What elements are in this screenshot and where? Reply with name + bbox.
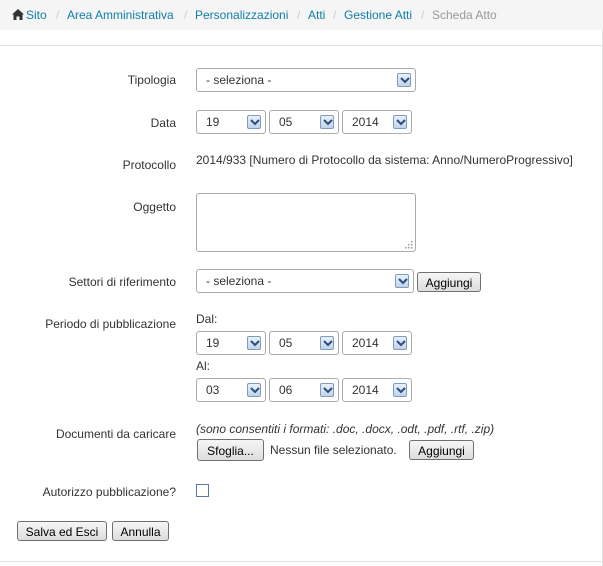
chevron-down-icon	[247, 383, 261, 397]
chevron-down-icon	[393, 336, 407, 350]
content-top-border	[0, 30, 603, 46]
breadcrumb-link-personalizzazioni[interactable]: Personalizzazioni	[195, 8, 288, 22]
settori-select-value: - seleziona -	[206, 274, 272, 288]
breadcrumb-separator: /	[184, 8, 188, 22]
settori-select[interactable]: - seleziona -	[196, 269, 414, 293]
resize-grip-icon[interactable]	[404, 240, 413, 249]
data-day-select[interactable]: 19	[196, 110, 266, 134]
protocollo-value: 2014/933 [Numero di Protocollo da sistem…	[196, 153, 573, 167]
data-year-value: 2014	[352, 115, 379, 129]
breadcrumb-link-area-amministrativa[interactable]: Area Amministrativa	[67, 8, 174, 22]
data-year-select[interactable]: 2014	[342, 110, 412, 134]
dal-year-select[interactable]: 2014	[342, 331, 412, 355]
chevron-down-icon	[320, 383, 334, 397]
chevron-down-icon	[247, 336, 261, 350]
documenti-add-button[interactable]: Aggiungi	[409, 440, 474, 460]
tipologia-label: Tipologia	[127, 73, 176, 87]
chevron-down-icon	[393, 383, 407, 397]
home-icon[interactable]	[12, 9, 24, 20]
breadcrumb-separator: /	[56, 8, 60, 22]
breadcrumb-link-sito[interactable]: Sito	[26, 8, 47, 22]
periodo-al-label: Al:	[196, 359, 211, 373]
autorizzo-label: Autorizzo pubblicazione?	[42, 485, 176, 499]
chevron-down-icon	[320, 115, 334, 129]
data-label: Data	[150, 116, 176, 130]
chevron-down-icon	[395, 274, 409, 288]
breadcrumb-link-atti[interactable]: Atti	[308, 8, 325, 22]
chevron-down-icon	[247, 115, 261, 129]
settori-label: Settori di riferimento	[68, 275, 176, 289]
oggetto-label: Oggetto	[133, 200, 176, 214]
browse-button[interactable]: Sfoglia...	[197, 439, 264, 461]
content-bottom-border	[0, 561, 603, 562]
periodo-dal-label: Dal:	[196, 312, 218, 326]
breadcrumb-current: Scheda Atto	[432, 8, 497, 22]
cancel-button[interactable]: Annulla	[112, 521, 169, 541]
al-year-select[interactable]: 2014	[342, 378, 412, 402]
protocollo-label: Protocollo	[122, 158, 176, 172]
chevron-down-icon	[397, 73, 411, 87]
save-exit-button[interactable]: Salva ed Esci	[17, 521, 107, 541]
chevron-down-icon	[320, 336, 334, 350]
documenti-hint: (sono consentiti i formati: .doc, .docx,…	[196, 422, 495, 436]
breadcrumb-separator: /	[333, 8, 337, 22]
dal-month-select[interactable]: 05	[269, 331, 339, 355]
al-day-value: 03	[206, 383, 220, 397]
al-month-select[interactable]: 06	[269, 378, 339, 402]
breadcrumb-separator: /	[297, 8, 301, 22]
al-year-value: 2014	[352, 383, 379, 397]
data-day-value: 19	[206, 115, 220, 129]
dal-day-value: 19	[206, 336, 220, 350]
data-month-value: 05	[279, 115, 293, 129]
dal-month-value: 05	[279, 336, 293, 350]
al-day-select[interactable]: 03	[196, 378, 266, 402]
no-file-text: Nessun file selezionato.	[270, 443, 397, 457]
breadcrumb-link-gestione-atti[interactable]: Gestione Atti	[344, 8, 412, 22]
al-month-value: 06	[279, 383, 293, 397]
documenti-label: Documenti da caricare	[55, 427, 176, 441]
tipologia-select-value: - seleziona -	[206, 73, 272, 87]
data-month-select[interactable]: 05	[269, 110, 339, 134]
periodo-label: Periodo di pubblicazione	[45, 317, 176, 331]
dal-day-select[interactable]: 19	[196, 331, 266, 355]
chevron-down-icon	[393, 115, 407, 129]
tipologia-select[interactable]: - seleziona -	[196, 68, 416, 92]
dal-year-value: 2014	[352, 336, 379, 350]
oggetto-textarea[interactable]	[196, 193, 416, 252]
breadcrumb: Sito / Area Amministrativa / Personalizz…	[0, 0, 603, 30]
settori-add-button[interactable]: Aggiungi	[417, 272, 481, 292]
breadcrumb-separator: /	[421, 8, 425, 22]
autorizzo-checkbox[interactable]	[196, 484, 209, 497]
